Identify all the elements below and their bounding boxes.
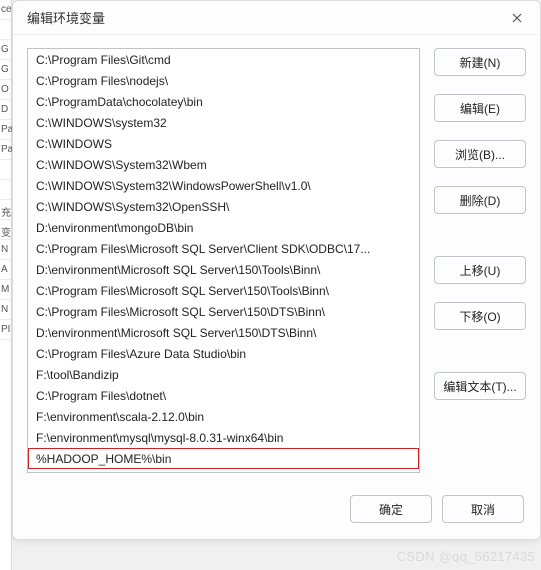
- background-fragment: O: [0, 80, 11, 100]
- path-list[interactable]: C:\Program Files\Git\cmdC:\Program Files…: [27, 48, 420, 473]
- dialog-bottom-bar: 确定 取消: [13, 483, 540, 539]
- list-item[interactable]: C:\WINDOWS\System32\WindowsPowerShell\v1…: [28, 175, 419, 196]
- new-button[interactable]: 新建(N): [434, 48, 526, 76]
- list-item[interactable]: C:\Program Files\dotnet\: [28, 385, 419, 406]
- list-item[interactable]: D:\environment\mongoDB\bin: [28, 217, 419, 238]
- background-fragment: 变: [0, 220, 11, 240]
- ok-button[interactable]: 确定: [350, 495, 432, 523]
- list-item[interactable]: F:\environment\scala-2.12.0\bin: [28, 406, 419, 427]
- background-fragment: Pa: [0, 140, 11, 160]
- list-item[interactable]: C:\WINDOWS\system32: [28, 112, 419, 133]
- move-down-button[interactable]: 下移(O): [434, 302, 526, 330]
- background-fragment: [0, 180, 11, 200]
- list-item[interactable]: C:\Program Files\Microsoft SQL Server\15…: [28, 301, 419, 322]
- background-fragment: [0, 160, 11, 180]
- watermark-text: CSDN @qq_56217435: [397, 549, 535, 564]
- background-fragment: 充: [0, 200, 11, 220]
- list-item[interactable]: C:\Program Files\Microsoft SQL Server\15…: [28, 280, 419, 301]
- delete-button[interactable]: 删除(D): [434, 186, 526, 214]
- background-fragment: G: [0, 60, 11, 80]
- background-fragment: D: [0, 100, 11, 120]
- browse-button[interactable]: 浏览(B)...: [434, 140, 526, 168]
- edit-env-var-dialog: 编辑环境变量 C:\Program Files\Git\cmdC:\Progra…: [12, 0, 541, 540]
- background-fragment: N: [0, 240, 11, 260]
- list-item[interactable]: C:\Program Files\Azure Data Studio\bin: [28, 343, 419, 364]
- list-item[interactable]: C:\WINDOWS: [28, 133, 419, 154]
- dialog-content: C:\Program Files\Git\cmdC:\Program Files…: [13, 35, 540, 483]
- close-icon[interactable]: [506, 7, 528, 29]
- list-item[interactable]: D:\environment\Microsoft SQL Server\150\…: [28, 259, 419, 280]
- move-up-button[interactable]: 上移(U): [434, 256, 526, 284]
- background-fragment: PI: [0, 320, 11, 340]
- list-item[interactable]: F:\tool\Bandizip: [28, 364, 419, 385]
- background-fragment: ce: [0, 0, 11, 20]
- cancel-button[interactable]: 取消: [442, 495, 524, 523]
- side-buttons-column: 新建(N) 编辑(E) 浏览(B)... 删除(D) 上移(U) 下移(O) 编…: [434, 48, 526, 473]
- list-item[interactable]: C:\ProgramData\chocolatey\bin: [28, 91, 419, 112]
- edit-button[interactable]: 编辑(E): [434, 94, 526, 122]
- list-item[interactable]: C:\WINDOWS\System32\Wbem: [28, 154, 419, 175]
- list-item[interactable]: C:\Program Files\Git\cmd: [28, 49, 419, 70]
- background-fragment: [0, 20, 11, 40]
- list-item[interactable]: %HADOOP_HOME%\bin: [28, 448, 419, 469]
- background-fragment: A: [0, 260, 11, 280]
- dialog-titlebar: 编辑环境变量: [13, 1, 540, 35]
- background-fragment: M: [0, 280, 11, 300]
- list-item[interactable]: C:\Program Files\nodejs\: [28, 70, 419, 91]
- edit-text-button[interactable]: 编辑文本(T)...: [434, 372, 526, 400]
- dialog-title: 编辑环境变量: [27, 8, 105, 27]
- list-item[interactable]: F:\environment\mysql\mysql-8.0.31-winx64…: [28, 427, 419, 448]
- background-fragment: G: [0, 40, 11, 60]
- list-item[interactable]: D:\environment\Microsoft SQL Server\150\…: [28, 322, 419, 343]
- background-left-edge: ceGGODPaPa充变NAMNPI: [0, 0, 12, 570]
- list-item[interactable]: C:\WINDOWS\System32\OpenSSH\: [28, 196, 419, 217]
- background-fragment: N: [0, 300, 11, 320]
- list-item[interactable]: C:\Program Files\Microsoft SQL Server\Cl…: [28, 238, 419, 259]
- background-fragment: Pa: [0, 120, 11, 140]
